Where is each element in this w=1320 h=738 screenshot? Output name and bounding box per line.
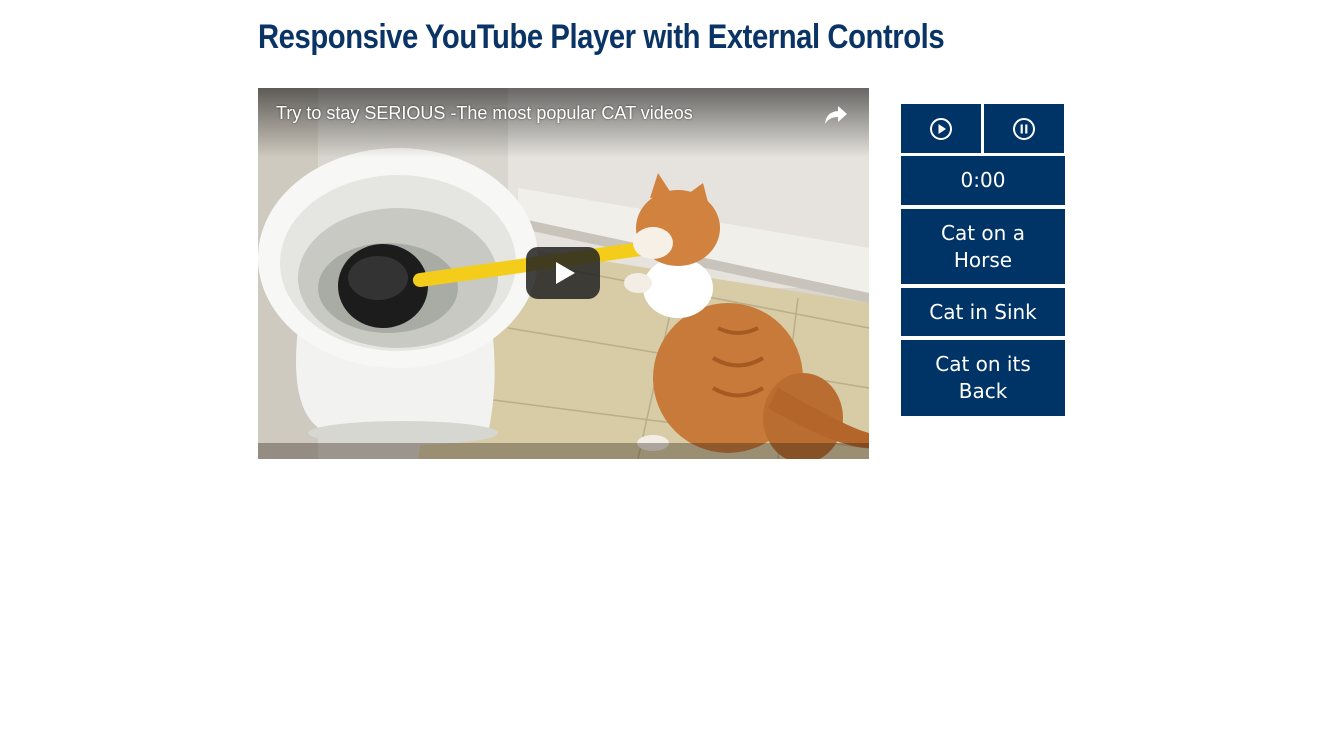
pause-button[interactable] — [984, 104, 1064, 153]
youtube-play-icon[interactable] — [526, 247, 600, 299]
play-button[interactable] — [901, 104, 981, 153]
chapter-button-cat-on-a-horse[interactable]: Cat on a Horse — [901, 209, 1065, 284]
page-title: Responsive YouTube Player with External … — [258, 18, 945, 56]
share-arrow-icon[interactable] — [823, 103, 849, 127]
chapter-button-cat-in-sink[interactable]: Cat in Sink — [901, 288, 1065, 336]
time-display: 0:00 — [901, 156, 1065, 205]
youtube-player[interactable]: Try to stay SERIOUS -The most popular CA… — [258, 88, 869, 459]
pause-circle-icon — [1013, 117, 1035, 140]
play-circle-icon — [930, 117, 952, 140]
video-title[interactable]: Try to stay SERIOUS -The most popular CA… — [276, 103, 693, 124]
chapter-button-cat-on-its-back[interactable]: Cat on its Back — [901, 340, 1065, 416]
